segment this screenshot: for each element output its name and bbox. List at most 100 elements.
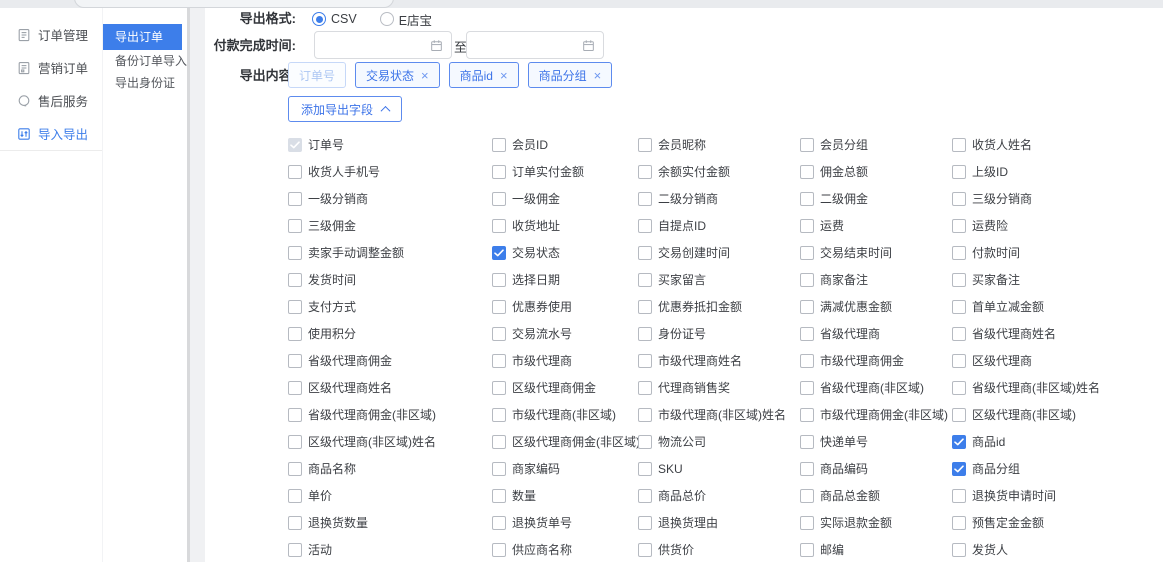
field-checkbox-item[interactable]: 商品分组: [952, 460, 1158, 477]
field-checkbox-item[interactable]: 优惠券使用: [492, 298, 638, 315]
field-checkbox-item[interactable]: 订单实付金额: [492, 163, 638, 180]
field-checkbox-item[interactable]: SKU: [638, 462, 800, 476]
field-checkbox-item[interactable]: 市级代理商(非区域)姓名: [638, 406, 800, 423]
field-checkbox-item[interactable]: 三级佣金: [288, 217, 492, 234]
field-checkbox-item[interactable]: 优惠券抵扣金额: [638, 298, 800, 315]
field-checkbox-item[interactable]: 支付方式: [288, 298, 492, 315]
submenu-item-backup-order-import[interactable]: 备份订单导入: [103, 50, 187, 72]
field-checkbox-item[interactable]: 商家备注: [800, 271, 952, 288]
field-checkbox-item[interactable]: 卖家手动调整金额: [288, 244, 492, 261]
field-checkbox-item[interactable]: 身份证号: [638, 325, 800, 342]
field-checkbox-item[interactable]: 省级代理商(非区域): [800, 379, 952, 396]
add-export-field-button[interactable]: 添加导出字段: [288, 96, 402, 122]
field-checkbox-item[interactable]: 商品id: [952, 433, 1158, 450]
field-checkbox-item[interactable]: 买家留言: [638, 271, 800, 288]
payment-time-to-field[interactable]: [475, 37, 582, 53]
sidebar-item-order-management[interactable]: 订单管理: [0, 18, 102, 51]
radio-option[interactable]: E店宝: [380, 10, 432, 29]
checkbox-icon: [492, 435, 506, 449]
field-checkbox-item[interactable]: 单价: [288, 487, 492, 504]
sidebar-item-marketing-orders[interactable]: 营销订单: [0, 51, 102, 84]
field-checkbox-item[interactable]: 订单号: [288, 136, 492, 153]
field-checkbox-item[interactable]: 区级代理商佣金: [492, 379, 638, 396]
field-checkbox-item[interactable]: 会员分组: [800, 136, 952, 153]
field-checkbox-item[interactable]: 省级代理商(非区域)姓名: [952, 379, 1158, 396]
field-checkbox-item[interactable]: 供货价: [638, 541, 800, 558]
field-checkbox-item[interactable]: 退换货单号: [492, 514, 638, 531]
field-checkbox-item[interactable]: 快递单号: [800, 433, 952, 450]
field-checkbox-item[interactable]: 交易结束时间: [800, 244, 952, 261]
payment-time-from-input[interactable]: [314, 31, 452, 59]
field-checkbox-item[interactable]: 商品编码: [800, 460, 952, 477]
field-checkbox-item[interactable]: 市级代理商佣金: [800, 352, 952, 369]
field-checkbox-item[interactable]: 数量: [492, 487, 638, 504]
field-checkbox-item[interactable]: 佣金总额: [800, 163, 952, 180]
field-checkbox-item[interactable]: 退换货理由: [638, 514, 800, 531]
field-checkbox-item[interactable]: 交易创建时间: [638, 244, 800, 261]
field-checkbox-item[interactable]: 供应商名称: [492, 541, 638, 558]
sidebar-item-import-export[interactable]: 导入导出: [0, 117, 102, 150]
field-checkbox-item[interactable]: 活动: [288, 541, 492, 558]
field-checkbox-item[interactable]: 自提点ID: [638, 217, 800, 234]
field-checkbox-item[interactable]: 选择日期: [492, 271, 638, 288]
field-checkbox-item[interactable]: 收货人姓名: [952, 136, 1158, 153]
field-checkbox-item[interactable]: 省级代理商佣金(非区域): [288, 406, 492, 423]
field-checkbox-item[interactable]: 满减优惠金额: [800, 298, 952, 315]
field-checkbox-item[interactable]: 市级代理商: [492, 352, 638, 369]
radio-option[interactable]: CSV: [312, 12, 357, 26]
field-checkbox-item[interactable]: 省级代理商姓名: [952, 325, 1158, 342]
field-checkbox-item[interactable]: 区级代理商: [952, 352, 1158, 369]
field-checkbox-item[interactable]: 区级代理商(非区域): [952, 406, 1158, 423]
remove-tag-icon[interactable]: ×: [421, 69, 429, 82]
field-checkbox-item[interactable]: 市级代理商姓名: [638, 352, 800, 369]
field-checkbox-item[interactable]: 一级佣金: [492, 190, 638, 207]
remove-tag-icon[interactable]: ×: [500, 69, 508, 82]
payment-time-from-field[interactable]: [323, 37, 430, 53]
field-checkbox-item[interactable]: 商品总价: [638, 487, 800, 504]
field-checkbox-item[interactable]: 二级分销商: [638, 190, 800, 207]
field-checkbox-item[interactable]: 预售定金金额: [952, 514, 1158, 531]
field-checkbox-item[interactable]: 商家编码: [492, 460, 638, 477]
field-checkbox-item[interactable]: 交易流水号: [492, 325, 638, 342]
field-checkbox-item[interactable]: 退换货数量: [288, 514, 492, 531]
field-checkbox-item[interactable]: 省级代理商佣金: [288, 352, 492, 369]
field-checkbox-item[interactable]: 交易状态: [492, 244, 638, 261]
calendar-icon[interactable]: [582, 39, 595, 52]
field-checkbox-item[interactable]: 付款时间: [952, 244, 1158, 261]
field-checkbox-item[interactable]: 收货地址: [492, 217, 638, 234]
field-checkbox-item[interactable]: 上级ID: [952, 163, 1158, 180]
remove-tag-icon[interactable]: ×: [594, 69, 602, 82]
field-checkbox-item[interactable]: 区级代理商佣金(非区域): [492, 433, 638, 450]
field-checkbox-item[interactable]: 退换货申请时间: [952, 487, 1158, 504]
field-checkbox-item[interactable]: 运费: [800, 217, 952, 234]
field-checkbox-item[interactable]: 买家备注: [952, 271, 1158, 288]
payment-time-to-input[interactable]: [466, 31, 604, 59]
field-checkbox-item[interactable]: 省级代理商: [800, 325, 952, 342]
field-checkbox-item[interactable]: 商品总金额: [800, 487, 952, 504]
field-checkbox-item[interactable]: 首单立减金额: [952, 298, 1158, 315]
field-checkbox-item[interactable]: 使用积分: [288, 325, 492, 342]
field-checkbox-item[interactable]: 发货时间: [288, 271, 492, 288]
field-checkbox-item[interactable]: 发货人: [952, 541, 1158, 558]
field-checkbox-item[interactable]: 会员ID: [492, 136, 638, 153]
field-checkbox-item[interactable]: 邮编: [800, 541, 952, 558]
field-checkbox-item[interactable]: 区级代理商(非区域)姓名: [288, 433, 492, 450]
field-checkbox-item[interactable]: 物流公司: [638, 433, 800, 450]
field-checkbox-item[interactable]: 运费险: [952, 217, 1158, 234]
submenu-item-export-id-card[interactable]: 导出身份证: [103, 72, 187, 94]
field-checkbox-item[interactable]: 商品名称: [288, 460, 492, 477]
field-checkbox-item[interactable]: 市级代理商佣金(非区域): [800, 406, 952, 423]
field-checkbox-item[interactable]: 区级代理商姓名: [288, 379, 492, 396]
field-checkbox-item[interactable]: 会员昵称: [638, 136, 800, 153]
field-checkbox-item[interactable]: 三级分销商: [952, 190, 1158, 207]
field-checkbox-item[interactable]: 代理商销售奖: [638, 379, 800, 396]
field-checkbox-item[interactable]: 余额实付金额: [638, 163, 800, 180]
sidebar-item-after-sales-service[interactable]: 售后服务: [0, 84, 102, 117]
field-checkbox-item[interactable]: 收货人手机号: [288, 163, 492, 180]
field-checkbox-item[interactable]: 市级代理商(非区域): [492, 406, 638, 423]
submenu-item-export-orders[interactable]: 导出订单: [103, 24, 182, 50]
field-checkbox-item[interactable]: 一级分销商: [288, 190, 492, 207]
calendar-icon[interactable]: [430, 39, 443, 52]
field-checkbox-item[interactable]: 二级佣金: [800, 190, 952, 207]
field-checkbox-item[interactable]: 实际退款金额: [800, 514, 952, 531]
